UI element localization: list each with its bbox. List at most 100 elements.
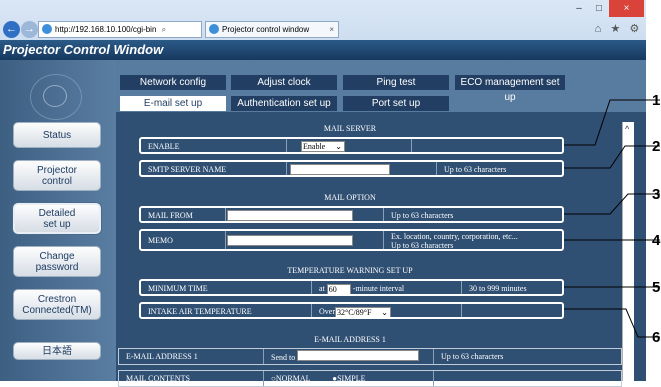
radio-simple[interactable]: ●SIMPLE	[332, 374, 365, 383]
callout-number-1: 1	[652, 92, 661, 109]
callout-number-5: 5	[652, 279, 661, 296]
memo-note-limit: Up to 63 characters	[391, 241, 454, 249]
minimum-time-row: MINIMUM TIME at 60 -minute interval 30 t…	[139, 279, 564, 296]
tab-label: Network config	[139, 77, 207, 88]
tab-port-setup[interactable]: Port set up	[343, 96, 449, 111]
smtp-cell	[287, 162, 437, 175]
address-url: http://192.168.10.100/cgi-bin	[55, 25, 157, 34]
mail-contents-row: MAIL CONTENTS ○NORMAL ●SIMPLE	[118, 370, 622, 387]
tab-adjust-clock[interactable]: Adjust clock	[231, 75, 337, 90]
callout-number-3: 3	[652, 186, 661, 203]
sidebar-item-change-password[interactable]: Change password	[13, 246, 101, 277]
tab-ping-test[interactable]: Ping test	[343, 75, 449, 90]
memo-input[interactable]	[227, 235, 353, 246]
sidebar-item-crestron[interactable]: Crestron Connected(TM)	[13, 289, 101, 320]
radio-simple-label: SIMPLE	[337, 374, 366, 383]
callout-lines	[564, 99, 660, 338]
forward-arrow-icon: →	[24, 23, 35, 35]
callout-line-1	[564, 99, 660, 146]
sidebar-item-projector-control[interactable]: Projector control	[13, 160, 101, 191]
mail-contents-label: MAIL CONTENTS	[119, 371, 264, 386]
sidebar-item-japanese[interactable]: 日本語	[13, 342, 101, 360]
tab-eco-management[interactable]: ECO management set up	[455, 75, 565, 103]
sidebar-item-label: 日本語	[42, 345, 72, 357]
smtp-label: SMTP SERVER NAME	[141, 162, 287, 175]
minimum-time-cell: at 60 -minute interval	[312, 281, 462, 294]
email-address-1-input[interactable]	[297, 350, 420, 361]
enable-label: ENABLE	[141, 139, 287, 152]
sidebar-item-label: Status	[42, 129, 72, 141]
sidebar-item-label: Crestron Connected(TM)	[22, 293, 92, 316]
browser-toolbar-icons: ⌂ ★ ⚙	[590, 21, 644, 38]
ie-tab-icon	[209, 24, 219, 34]
tab-label: Adjust clock	[257, 77, 311, 88]
minimize-button[interactable]: –	[569, 0, 589, 17]
chevron-down-icon: ⌄	[381, 308, 388, 317]
tab-network-config[interactable]: Network config	[120, 75, 226, 90]
minimum-time-suffix: -minute interval	[352, 284, 405, 293]
sidebar-item-label: Projector control	[36, 164, 77, 187]
sidebar-item-label: Detailed set up	[38, 207, 76, 230]
projector-logo-icon	[30, 74, 82, 120]
mail-from-input[interactable]	[227, 210, 353, 221]
intake-prefix: Over	[319, 307, 335, 316]
enable-select-value: Enable	[303, 142, 326, 151]
enable-row: ENABLE Enable ⌄	[139, 137, 564, 154]
section-heading-email-address-1: E-MAIL ADDRESS 1	[314, 335, 386, 344]
memo-label: MEMO	[141, 231, 226, 249]
intake-air-temperature-cell: Over 32°C/89°F ⌄	[312, 304, 462, 317]
back-arrow-icon: ←	[6, 23, 17, 35]
close-window-button[interactable]: ×	[609, 0, 644, 17]
minimum-time-input[interactable]: 60	[326, 284, 351, 294]
chevron-down-icon: ⌄	[335, 142, 342, 151]
enable-select[interactable]: Enable ⌄	[301, 141, 345, 152]
mail-contents-cell: ○NORMAL ●SIMPLE	[264, 371, 434, 386]
mail-from-label: MAIL FROM	[141, 208, 226, 221]
minimize-icon: –	[576, 3, 582, 14]
smtp-server-row: SMTP SERVER NAME Up to 63 characters	[139, 160, 564, 177]
section-heading-temperature-warning: TEMPERATURE WARNING SET UP	[287, 266, 413, 275]
tab-authentication-setup[interactable]: Authentication set up	[231, 96, 337, 111]
tab-title: Projector control window	[222, 25, 310, 34]
intake-empty-cell	[462, 304, 562, 317]
favorites-icon[interactable]: ★	[610, 21, 620, 38]
callout-line-2	[564, 145, 660, 169]
callout-line-3	[564, 193, 660, 215]
enable-cell: Enable ⌄	[287, 139, 412, 152]
minimum-time-note: 30 to 999 minutes	[469, 284, 527, 293]
minimum-time-label: MINIMUM TIME	[141, 281, 312, 294]
radio-normal[interactable]: ○NORMAL	[271, 374, 310, 383]
tab-close-icon[interactable]: ×	[329, 22, 334, 37]
minimum-time-prefix: at	[319, 284, 325, 293]
radio-normal-label: NORMAL	[275, 374, 311, 383]
memo-cell	[226, 231, 384, 249]
sidebar-item-status[interactable]: Status	[13, 122, 101, 148]
browser-tab[interactable]: Projector control window ×	[205, 21, 339, 38]
smtp-server-input[interactable]	[290, 164, 390, 175]
tab-email-setup[interactable]: E-mail set up	[120, 96, 226, 111]
memo-note: Ex. location, country, corporation, etc.…	[384, 231, 562, 249]
tab-label: Authentication set up	[237, 98, 331, 109]
close-icon: ×	[623, 3, 630, 14]
callout-number-6: 6	[652, 329, 661, 346]
email-address-1-label: E-MAIL ADDRESS 1	[119, 349, 264, 364]
mail-from-cell	[226, 208, 384, 221]
address-bar[interactable]: http://192.168.10.100/cgi-bin ⌕	[38, 21, 202, 38]
search-icon[interactable]: ⌕	[162, 25, 166, 34]
settings-gear-icon[interactable]: ⚙	[630, 21, 640, 38]
maximize-button[interactable]: □	[589, 0, 609, 17]
intake-temperature-select[interactable]: 32°C/89°F ⌄	[335, 307, 391, 317]
back-button[interactable]: ←	[3, 21, 20, 38]
callout-number-4: 4	[652, 232, 661, 249]
section-heading-mail-server: MAIL SERVER	[323, 124, 377, 133]
memo-note-example: Ex. location, country, corporation, etc.…	[391, 232, 518, 241]
forward-button[interactable]: →	[21, 21, 38, 38]
home-icon[interactable]: ⌂	[595, 21, 602, 38]
minimum-time-value: 60	[328, 285, 337, 294]
sidebar-item-detailed-setup[interactable]: Detailed set up	[13, 203, 101, 234]
sidebar-item-label: Change password	[35, 250, 79, 273]
section-heading-mail-option: MAIL OPTION	[324, 193, 376, 202]
app-title: Projector Control Window	[3, 42, 164, 57]
ie-logo-icon	[42, 24, 52, 34]
email-address-1-cell: Send to	[264, 349, 434, 364]
